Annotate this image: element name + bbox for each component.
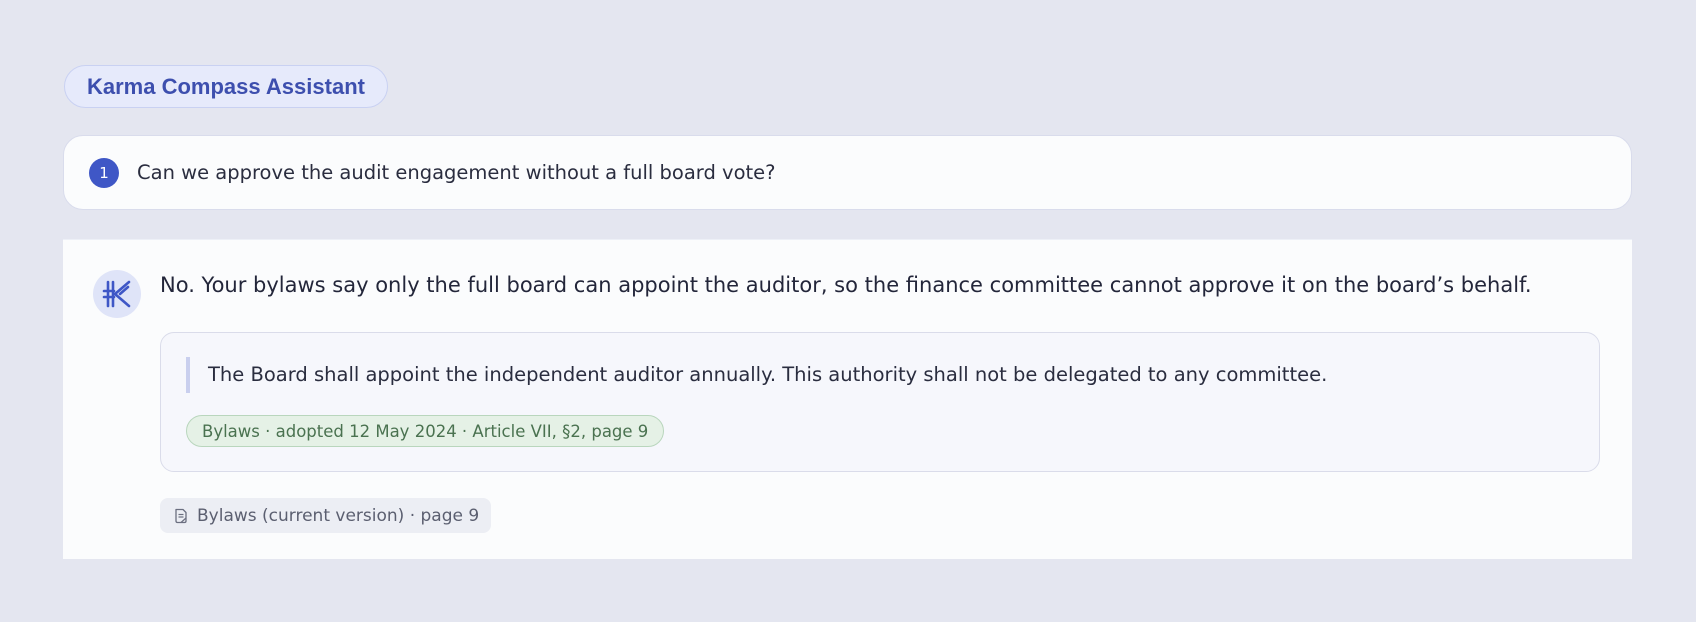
- answer-text: No. Your bylaws say only the full board …: [160, 273, 1532, 297]
- citation-badge[interactable]: Bylaws · adopted 12 May 2024 · Article V…: [186, 415, 665, 447]
- question-text: Can we approve the audit engagement with…: [137, 161, 776, 184]
- source-label: Bylaws (current version) · page 9: [197, 505, 480, 526]
- bylaws-quote-box: The Board shall appoint the independent …: [160, 332, 1600, 472]
- quote-text: The Board shall appoint the independent …: [208, 363, 1328, 386]
- answer-card: No. Your bylaws say only the full board …: [63, 239, 1632, 559]
- quote-bar: [186, 357, 190, 393]
- question-card: 1 Can we approve the audit engagement wi…: [63, 135, 1632, 210]
- karma-compass-logo-icon: [102, 280, 131, 308]
- assistant-avatar: [93, 270, 141, 318]
- document-icon: [173, 508, 189, 524]
- question-number-badge: 1: [89, 158, 119, 188]
- app-title-badge: Karma Compass Assistant: [64, 65, 388, 108]
- source-document-link[interactable]: Bylaws (current version) · page 9: [160, 498, 492, 533]
